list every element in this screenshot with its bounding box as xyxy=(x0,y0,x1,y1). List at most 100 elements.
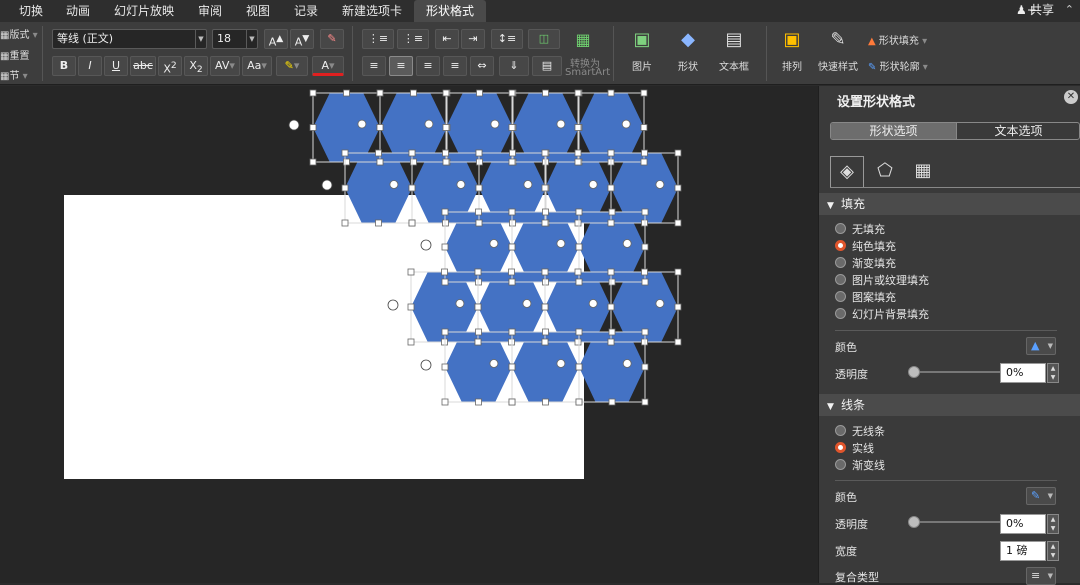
rotate-handle-icon[interactable] xyxy=(321,179,333,191)
resize-handle[interactable] xyxy=(508,124,516,131)
shape-fill-button[interactable]: ▲ 形状填充 ▾ xyxy=(868,32,927,47)
line-transparency-stepper[interactable]: ▲ ▼ xyxy=(1047,514,1059,534)
adjust-handle-icon[interactable] xyxy=(456,180,466,189)
resize-handle[interactable] xyxy=(574,149,582,157)
resize-handle[interactable] xyxy=(475,398,482,406)
resize-handle[interactable] xyxy=(341,219,349,227)
rotate-handle-icon[interactable] xyxy=(420,359,432,371)
slider-knob[interactable] xyxy=(908,516,920,528)
section-button[interactable]: ▦节 ▾ xyxy=(0,67,28,82)
text-direction-button[interactable]: ⇓ xyxy=(499,56,529,76)
adjust-handle-icon[interactable] xyxy=(489,239,499,248)
adjust-handle-icon[interactable] xyxy=(655,299,665,308)
adjust-handle-icon[interactable] xyxy=(357,119,367,129)
size-properties-icon[interactable]: ▦ xyxy=(906,156,940,188)
adjust-handle-icon[interactable] xyxy=(622,239,632,248)
resize-handle[interactable] xyxy=(407,268,415,276)
adjust-handle-icon[interactable] xyxy=(588,299,598,308)
resize-handle[interactable] xyxy=(574,124,582,131)
line-option-radio[interactable]: 无线条 xyxy=(835,424,885,440)
fill-section-header[interactable]: ▼ 填充 xyxy=(819,193,1080,215)
resize-handle[interactable] xyxy=(475,328,482,336)
resize-handle[interactable] xyxy=(441,363,449,371)
resize-handle[interactable] xyxy=(640,124,648,131)
resize-handle[interactable] xyxy=(441,398,449,406)
decrease-font-button[interactable]: A▼ xyxy=(290,29,314,49)
resize-handle[interactable] xyxy=(474,303,482,311)
resize-handle[interactable] xyxy=(575,328,583,336)
resize-handle[interactable] xyxy=(508,363,516,371)
resize-handle[interactable] xyxy=(575,208,583,216)
fill-option-radio[interactable]: 无填充 xyxy=(835,222,885,238)
pentagon-icon[interactable]: ⬠ xyxy=(868,156,902,188)
fill-transparency-input[interactable]: 0% xyxy=(1000,363,1046,383)
resize-handle[interactable] xyxy=(607,184,615,192)
fill-line-icon[interactable]: ◈ xyxy=(830,156,864,188)
resize-handle[interactable] xyxy=(674,219,682,227)
shape-outline-button[interactable]: ✎ 形状轮廓 ▾ xyxy=(868,58,928,73)
resize-handle[interactable] xyxy=(309,89,317,97)
resize-handle[interactable] xyxy=(541,184,549,192)
resize-handle[interactable] xyxy=(575,278,583,286)
resize-handle[interactable] xyxy=(508,278,516,286)
adjust-handle-icon[interactable] xyxy=(622,359,632,368)
fill-transparency-stepper[interactable]: ▲ ▼ xyxy=(1047,363,1059,383)
underline-button[interactable]: U xyxy=(104,56,128,76)
adjust-handle-icon[interactable] xyxy=(424,119,434,129)
slide-canvas[interactable] xyxy=(0,86,818,583)
line-section-header[interactable]: ▼ 线条 xyxy=(819,394,1080,416)
resize-handle[interactable] xyxy=(341,184,349,192)
resize-handle[interactable] xyxy=(442,158,450,166)
resize-handle[interactable] xyxy=(542,328,549,336)
resize-handle[interactable] xyxy=(641,363,649,371)
text-options-tab[interactable]: 文本选项 xyxy=(956,123,1079,139)
width-stepper[interactable]: ▲ ▼ xyxy=(1047,541,1059,561)
font-color-button[interactable]: A▾ xyxy=(312,56,344,76)
resize-handle[interactable] xyxy=(641,268,648,276)
resize-handle[interactable] xyxy=(508,328,516,336)
fill-color-button[interactable]: ▲ ▼ xyxy=(1026,337,1056,355)
resize-handle[interactable] xyxy=(408,184,416,192)
resize-handle[interactable] xyxy=(375,149,382,157)
fill-transparency-slider[interactable] xyxy=(908,366,1001,378)
columns-button[interactable]: ◫ xyxy=(528,29,560,49)
adjust-handle-icon[interactable] xyxy=(522,299,532,308)
resize-handle[interactable] xyxy=(608,208,616,216)
resize-handle[interactable] xyxy=(574,158,582,166)
resize-handle[interactable] xyxy=(509,149,516,157)
resize-handle[interactable] xyxy=(542,398,549,406)
shape-options-tab[interactable]: 形状选项 xyxy=(831,123,956,139)
bullets-button[interactable]: ⋮≡ xyxy=(362,29,394,49)
align-text-button[interactable]: ▤ xyxy=(532,56,562,76)
resize-handle[interactable] xyxy=(575,363,583,371)
resize-handle[interactable] xyxy=(608,398,616,406)
slider-knob[interactable] xyxy=(908,366,920,378)
resize-handle[interactable] xyxy=(442,149,449,157)
resize-handle[interactable] xyxy=(607,338,615,346)
justify-button[interactable]: ≡ xyxy=(443,56,467,76)
resize-handle[interactable] xyxy=(641,278,649,286)
resize-handle[interactable] xyxy=(407,338,415,346)
tab-review[interactable]: 审阅 xyxy=(190,0,230,22)
layout-button[interactable]: ▦版式 ▾ xyxy=(0,26,38,41)
resize-handle[interactable] xyxy=(410,89,417,97)
line-transparency-slider[interactable] xyxy=(908,516,1001,528)
strikethrough-button[interactable]: abc xyxy=(130,56,156,76)
align-right-button[interactable]: ≡ xyxy=(416,56,440,76)
resize-handle[interactable] xyxy=(608,278,616,286)
decrease-indent-button[interactable]: ⇤ xyxy=(435,29,459,49)
adjust-handle-icon[interactable] xyxy=(556,119,566,129)
quick-style-button[interactable]: ✎ 快速样式 xyxy=(816,28,860,73)
resize-handle[interactable] xyxy=(442,89,450,97)
resize-handle[interactable] xyxy=(574,268,582,276)
textbox-button[interactable]: ▤ 文本框 xyxy=(712,28,756,73)
resize-handle[interactable] xyxy=(541,149,549,157)
shape-button[interactable]: ◆ 形状 xyxy=(666,28,710,73)
resize-handle[interactable] xyxy=(508,243,516,251)
share-button[interactable]: ♟+共享 xyxy=(1016,0,1054,22)
resize-handle[interactable] xyxy=(441,268,448,276)
adjust-handle-icon[interactable] xyxy=(490,119,500,129)
resize-handle[interactable] xyxy=(407,303,415,311)
chevron-up-icon[interactable]: ⌃ xyxy=(1065,3,1074,16)
resize-handle[interactable] xyxy=(309,158,317,166)
